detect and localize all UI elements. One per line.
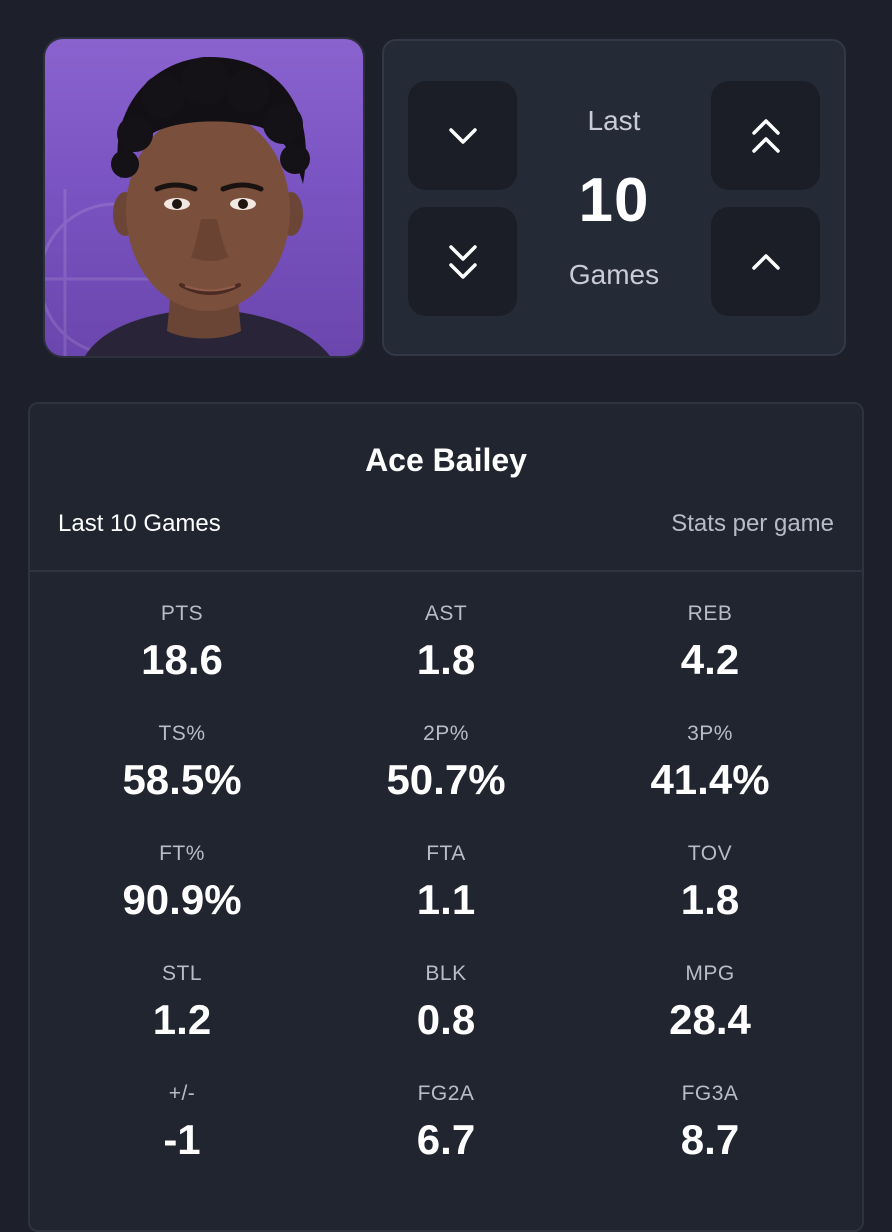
games-suffix-label: Games [568, 259, 660, 290]
double-chevron-up-icon [751, 118, 780, 153]
stats-grid: PTS 18.6 AST 1.8 REB 4.2 TS% 58.5% 2P% 5… [30, 592, 862, 1192]
stat-label: REB [687, 602, 733, 625]
stat-value: -1 [163, 1116, 201, 1163]
stat-mpg: MPG 28.4 [578, 952, 842, 1072]
stat-tov: TOV 1.8 [578, 832, 842, 952]
stat-reb: REB 4.2 [578, 592, 842, 712]
chevron-down-icon [448, 127, 477, 144]
stat-value: 18.6 [141, 636, 223, 683]
game-count-selector: Last 10 Games [382, 39, 846, 356]
stat-fg3a: FG3A 8.7 [578, 1072, 842, 1192]
chevron-up-icon [751, 253, 780, 270]
increase-games-button[interactable] [711, 207, 820, 316]
decrease-games-more-button[interactable] [408, 207, 517, 316]
stat-label: AST [424, 602, 468, 625]
stat-value: 0.8 [416, 996, 476, 1043]
stat-label: FG2A [417, 1082, 475, 1105]
stat-3p-pct: 3P% 41.4% [578, 712, 842, 832]
stat-label: FTA [426, 842, 466, 865]
stat-fg2a: FG2A 6.7 [314, 1072, 578, 1192]
stat-value: 41.4% [650, 756, 770, 803]
stat-pts: PTS 18.6 [50, 592, 314, 712]
stats-range-label: Last 10 Games [58, 510, 221, 537]
stats-divider [30, 570, 862, 572]
player-stats-card: Ace Bailey Last 10 Games Stats per game … [28, 402, 864, 1232]
stat-label: +/- [168, 1082, 196, 1105]
stats-mode-label: Stats per game [671, 510, 834, 537]
decrease-games-button[interactable] [408, 81, 517, 190]
stat-value: 6.7 [416, 1116, 476, 1163]
stat-label: 2P% [423, 722, 469, 745]
stat-value: 90.9% [122, 876, 242, 923]
stat-value: 1.2 [152, 996, 212, 1043]
stat-stl: STL 1.2 [50, 952, 314, 1072]
stat-label: TOV [687, 842, 733, 865]
games-prefix-label: Last [587, 105, 641, 136]
player-photo [45, 39, 363, 356]
stat-ft-pct: FT% 90.9% [50, 832, 314, 952]
player-name-heading: Ace Bailey [365, 442, 527, 478]
stat-fta: FTA 1.1 [314, 832, 578, 952]
player-headshot-image [45, 57, 330, 356]
stat-value: 50.7% [386, 756, 506, 803]
stat-label: 3P% [687, 722, 733, 745]
stat-value: 58.5% [122, 756, 242, 803]
stat-label: TS% [158, 722, 206, 745]
stat-label: MPG [685, 962, 735, 985]
stat-label: FT% [159, 842, 205, 865]
games-count-value: 10 [578, 166, 650, 235]
stat-label: BLK [425, 962, 467, 985]
stat-value: 1.8 [680, 876, 740, 923]
stat-blk: BLK 0.8 [314, 952, 578, 1072]
stat-ts-pct: TS% 58.5% [50, 712, 314, 832]
stat-ast: AST 1.8 [314, 592, 578, 712]
double-chevron-down-icon [448, 244, 477, 279]
stat-label: FG3A [681, 1082, 739, 1105]
stat-2p-pct: 2P% 50.7% [314, 712, 578, 832]
stat-value: 1.8 [416, 636, 476, 683]
stat-value: 28.4 [669, 996, 751, 1043]
stat-value: 1.1 [416, 876, 476, 923]
stat-label: STL [161, 962, 202, 985]
increase-games-more-button[interactable] [711, 81, 820, 190]
stat-plus-minus: +/- -1 [50, 1072, 314, 1192]
stat-value: 4.2 [680, 636, 740, 683]
stat-value: 8.7 [680, 1116, 740, 1163]
stat-label: PTS [160, 602, 204, 625]
